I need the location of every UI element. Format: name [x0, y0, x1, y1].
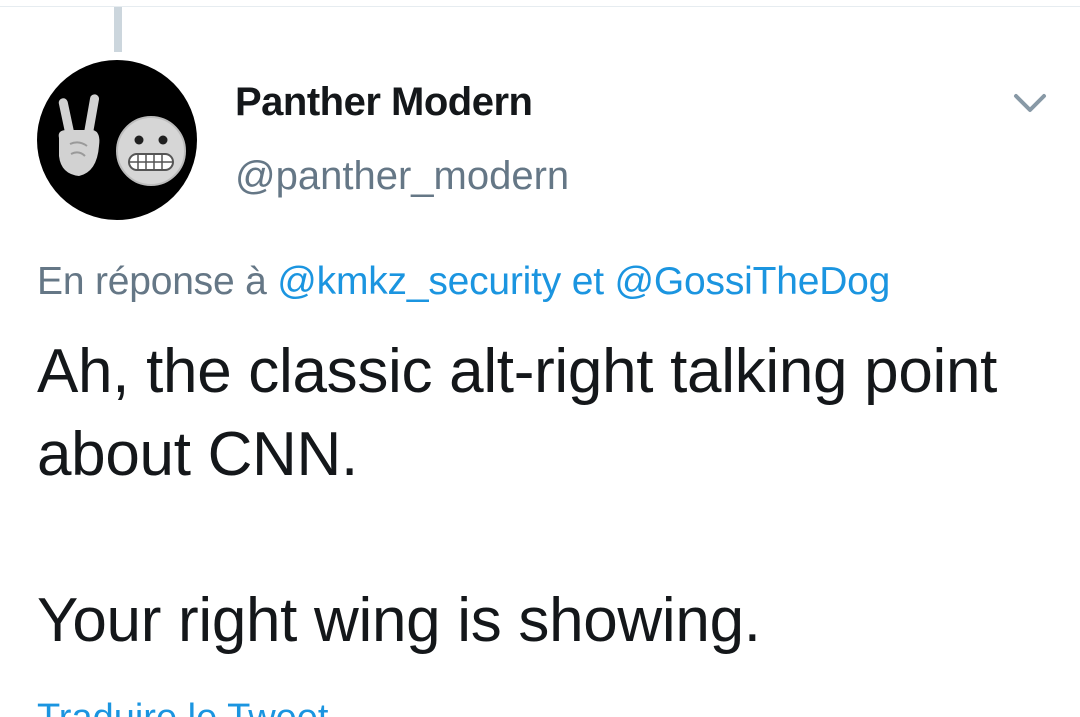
reply-context: En réponse à @kmkz_security et @GossiThe…: [37, 260, 890, 304]
avatar[interactable]: [37, 60, 197, 220]
sign-of-the-horns-icon: [58, 94, 100, 176]
reply-separator: et: [571, 260, 604, 303]
grimacing-face-icon: [116, 116, 186, 186]
author-display-name[interactable]: Panther Modern: [235, 80, 533, 125]
thread-connector-line: [114, 7, 122, 52]
author-handle[interactable]: @panther_modern: [235, 154, 569, 199]
top-divider: [0, 6, 1080, 7]
mention-link-1[interactable]: @kmkz_security: [277, 260, 561, 303]
tweet-text: Ah, the classic alt-right talking point …: [37, 337, 998, 655]
translate-tweet-link[interactable]: Traduire le Tweet: [37, 697, 328, 717]
mention-link-2[interactable]: @GossiTheDog: [615, 260, 891, 303]
tweet-options-button[interactable]: [1008, 86, 1052, 122]
chevron-down-icon: [1014, 94, 1046, 112]
reply-prefix: En réponse à: [37, 260, 267, 303]
